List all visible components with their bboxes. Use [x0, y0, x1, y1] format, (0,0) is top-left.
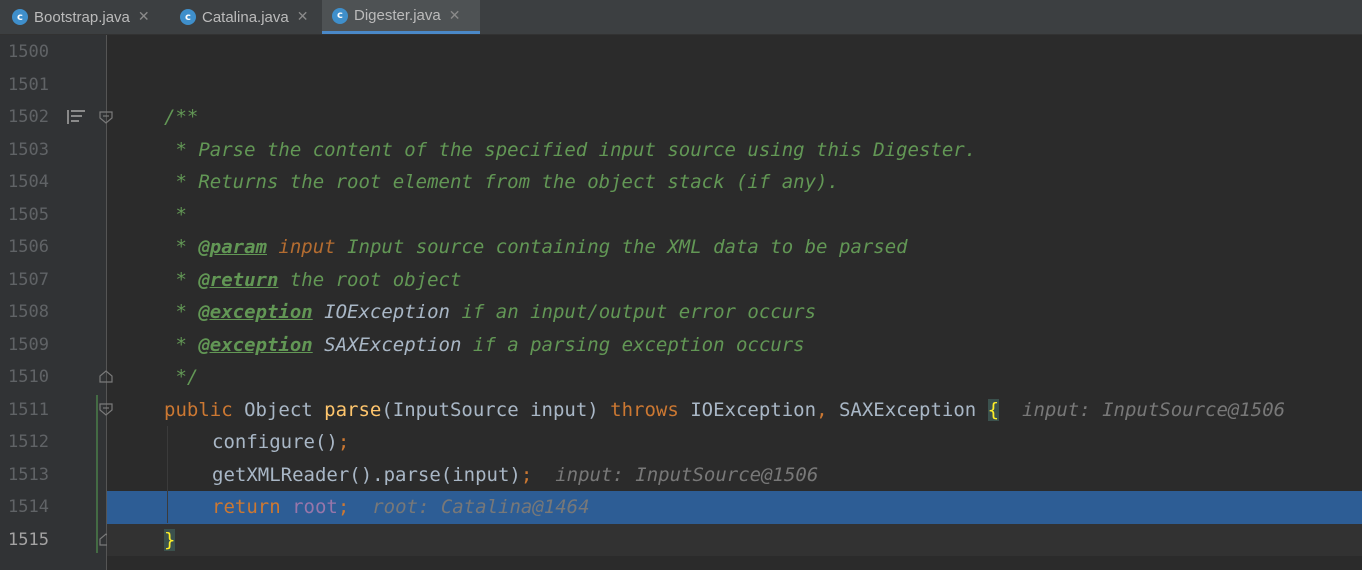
semicolon: ; [520, 463, 533, 486]
doc-comment: * [164, 236, 199, 258]
line-number: 1505 [8, 204, 49, 225]
close-icon[interactable]: ✕ [297, 9, 309, 25]
keyword: return [212, 496, 281, 518]
tab-label: Bootstrap.java [34, 8, 130, 26]
doc-comment: * Parse the content of the specified inp… [164, 138, 977, 161]
field-name: root [292, 496, 338, 518]
doc-comment: * [164, 203, 187, 226]
semicolon: ; [337, 496, 350, 518]
method-call: getXMLReader().parse(input) [212, 463, 521, 486]
doc-comment: Input source containing the XML data to … [335, 236, 908, 258]
method-call: configure() [212, 431, 338, 453]
tab-catalina-java[interactable]: c Catalina.java ✕ [172, 0, 322, 34]
java-class-icon: c [180, 9, 196, 25]
semicolon: ; [337, 431, 350, 453]
doc-comment: the root object [278, 268, 462, 291]
line-number: 1512 [8, 432, 49, 452]
line-number: 1501 [8, 74, 49, 95]
param-name: input [278, 236, 336, 258]
code-line-1507: * @return the root object [107, 264, 1362, 297]
line-number: 1506 [8, 237, 49, 257]
code-line-1503: * Parse the content of the specified inp… [107, 134, 1362, 167]
open-brace: { [987, 398, 1000, 421]
line-number: 1504 [8, 172, 49, 192]
debug-inline-value: root: Catalina@1464 [349, 496, 590, 518]
close-icon[interactable]: ✕ [138, 9, 150, 25]
tab-label: Digester.java [354, 7, 441, 24]
line-number: 1509 [8, 334, 49, 355]
rendered-doc-toggle-icon[interactable] [67, 109, 85, 125]
line-number: 1514 [8, 497, 49, 517]
javadoc-tag: @exception [198, 333, 313, 356]
doc-comment: if a parsing exception occurs [461, 333, 805, 356]
doc-comment: * [164, 333, 199, 356]
tab-label: Catalina.java [202, 8, 289, 26]
line-number: 1507 [8, 269, 49, 290]
line-number: 1511 [8, 399, 49, 420]
editor-tab-bar: c Bootstrap.java ✕ c Catalina.java ✕ c D… [0, 0, 1362, 35]
code-line-1510: */ [107, 361, 1362, 394]
line-number: 1510 [8, 367, 49, 387]
code-line-1514-execution-point: return root; root: Catalina@1464 [107, 491, 1362, 524]
vcs-change-marker [96, 395, 98, 553]
code-line-1505: * [107, 199, 1362, 232]
keyword: public [164, 398, 233, 421]
debug-inline-value: input: InputSource@1506 [999, 398, 1286, 421]
java-class-icon: c [12, 9, 28, 25]
code-line-1515: } [107, 523, 1362, 556]
code-line-1506: * @param input Input source containing t… [107, 231, 1362, 264]
keyword: throws [610, 398, 679, 421]
tab-bootstrap-java[interactable]: c Bootstrap.java ✕ [0, 0, 172, 34]
close-brace: } [164, 528, 176, 551]
tab-digester-java[interactable]: c Digester.java ✕ [322, 0, 480, 34]
method-params: (InputSource input) [381, 398, 611, 421]
javadoc-tag: @exception [198, 301, 313, 323]
return-type: Object [232, 398, 325, 421]
method-name: parse [324, 398, 382, 421]
code-line-1509: * @exception SAXException if a parsing e… [107, 329, 1362, 362]
line-number: 1500 [8, 42, 49, 62]
line-number: 1502 [8, 107, 49, 127]
doc-comment: if an input/output error occurs [450, 301, 817, 323]
indent-guide [167, 426, 168, 523]
close-icon[interactable]: ✕ [449, 8, 461, 24]
code-line-1511: public Object parse(InputSource input) t… [107, 394, 1362, 427]
code-line-1502: /** [107, 101, 1362, 134]
code-line-1513: getXMLReader().parse(input); input: Inpu… [107, 459, 1362, 492]
exception-type: IOException [678, 398, 817, 421]
line-number: 1513 [8, 464, 49, 485]
doc-comment: * Returns the root element from the obje… [164, 171, 839, 193]
doc-comment: */ [164, 366, 199, 388]
exception-type: SAXException [827, 398, 988, 421]
exception-type: SAXException [324, 333, 462, 356]
doc-comment: /** [164, 106, 199, 128]
javadoc-tag: @param [198, 236, 267, 258]
javadoc-tag: @return [198, 268, 279, 291]
code-line-1504: * Returns the root element from the obje… [107, 166, 1362, 199]
debug-inline-value: input: InputSource@1506 [532, 463, 819, 486]
exception-type: IOException [324, 301, 451, 323]
line-number: 1508 [8, 302, 49, 322]
code-line-1508: * @exception IOException if an input/out… [107, 296, 1362, 329]
java-class-icon: c [332, 7, 348, 24]
line-number-current: 1515 [8, 529, 49, 550]
doc-comment: * [164, 268, 199, 291]
line-number: 1503 [8, 139, 49, 160]
code-line-1512: configure(); [107, 426, 1362, 459]
doc-comment: * [164, 301, 199, 323]
comma: , [816, 398, 828, 421]
